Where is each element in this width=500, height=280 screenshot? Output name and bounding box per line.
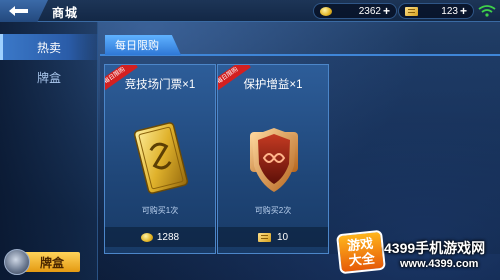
- card-box-button[interactable]: 牌盒: [24, 252, 80, 272]
- back-button[interactable]: [0, 0, 48, 22]
- tab-daily-limited[interactable]: 每日限购: [105, 35, 181, 55]
- purchase-limit: 可购买1次: [141, 206, 179, 215]
- shield-badge-icon: [250, 128, 298, 192]
- gold-ticket-card-icon: [133, 122, 189, 194]
- sidebar-item-label: 热卖: [36, 40, 61, 55]
- item-price: 1288: [156, 231, 180, 243]
- sidebar-item-hot[interactable]: 热卖: [0, 34, 98, 60]
- ticket-currency: 123 +: [398, 3, 474, 19]
- ticket-amount: 123: [441, 5, 458, 17]
- watermark-logo: 游戏 大全: [336, 229, 386, 275]
- gold-coin-icon: [320, 6, 332, 16]
- add-gold-button[interactable]: +: [383, 4, 390, 18]
- wifi-icon: [478, 5, 496, 17]
- ticket-icon: [405, 6, 418, 16]
- gold-amount: 2362: [358, 5, 381, 17]
- sidebar-item-label: 牌盒: [36, 70, 61, 85]
- gold-currency: 2362 +: [313, 3, 397, 19]
- shop-item-arena-ticket[interactable]: 每日限购 竞技场门票×1 可购买1次 1288: [104, 64, 216, 254]
- item-name: 竞技场门票×1: [124, 79, 196, 91]
- tab-daily-limited-label: 每日限购: [115, 40, 159, 52]
- sidebar-item-card-box[interactable]: 牌盒: [0, 64, 98, 90]
- item-price: 10: [276, 231, 289, 243]
- card-box-icon: [4, 249, 30, 275]
- watermark-name: 4399手机游戏网: [384, 240, 486, 256]
- sidebar: 热卖 牌盒: [0, 22, 98, 280]
- ticket-icon: [257, 232, 271, 242]
- card-box-button-label: 牌盒: [39, 255, 64, 270]
- item-name: 保护增益×1: [243, 79, 303, 91]
- price-button[interactable]: 10: [218, 227, 328, 247]
- watermark-logo-line: 大全: [348, 250, 376, 269]
- price-button[interactable]: 1288: [105, 227, 215, 247]
- watermark-url: www.4399.com: [400, 258, 479, 270]
- top-bar: 商城 2362 + 123 +: [0, 0, 500, 22]
- back-arrow-icon: [9, 6, 28, 16]
- gold-coin-icon: [140, 232, 153, 242]
- purchase-limit: 可购买2次: [254, 206, 292, 215]
- shop-item-protection-buff[interactable]: 每日限购 保护增益×1 可购买2次 10: [217, 64, 329, 254]
- page-title: 商城: [52, 6, 79, 20]
- add-ticket-button[interactable]: +: [460, 4, 467, 18]
- card-box-shortcut[interactable]: 牌盒: [0, 246, 98, 278]
